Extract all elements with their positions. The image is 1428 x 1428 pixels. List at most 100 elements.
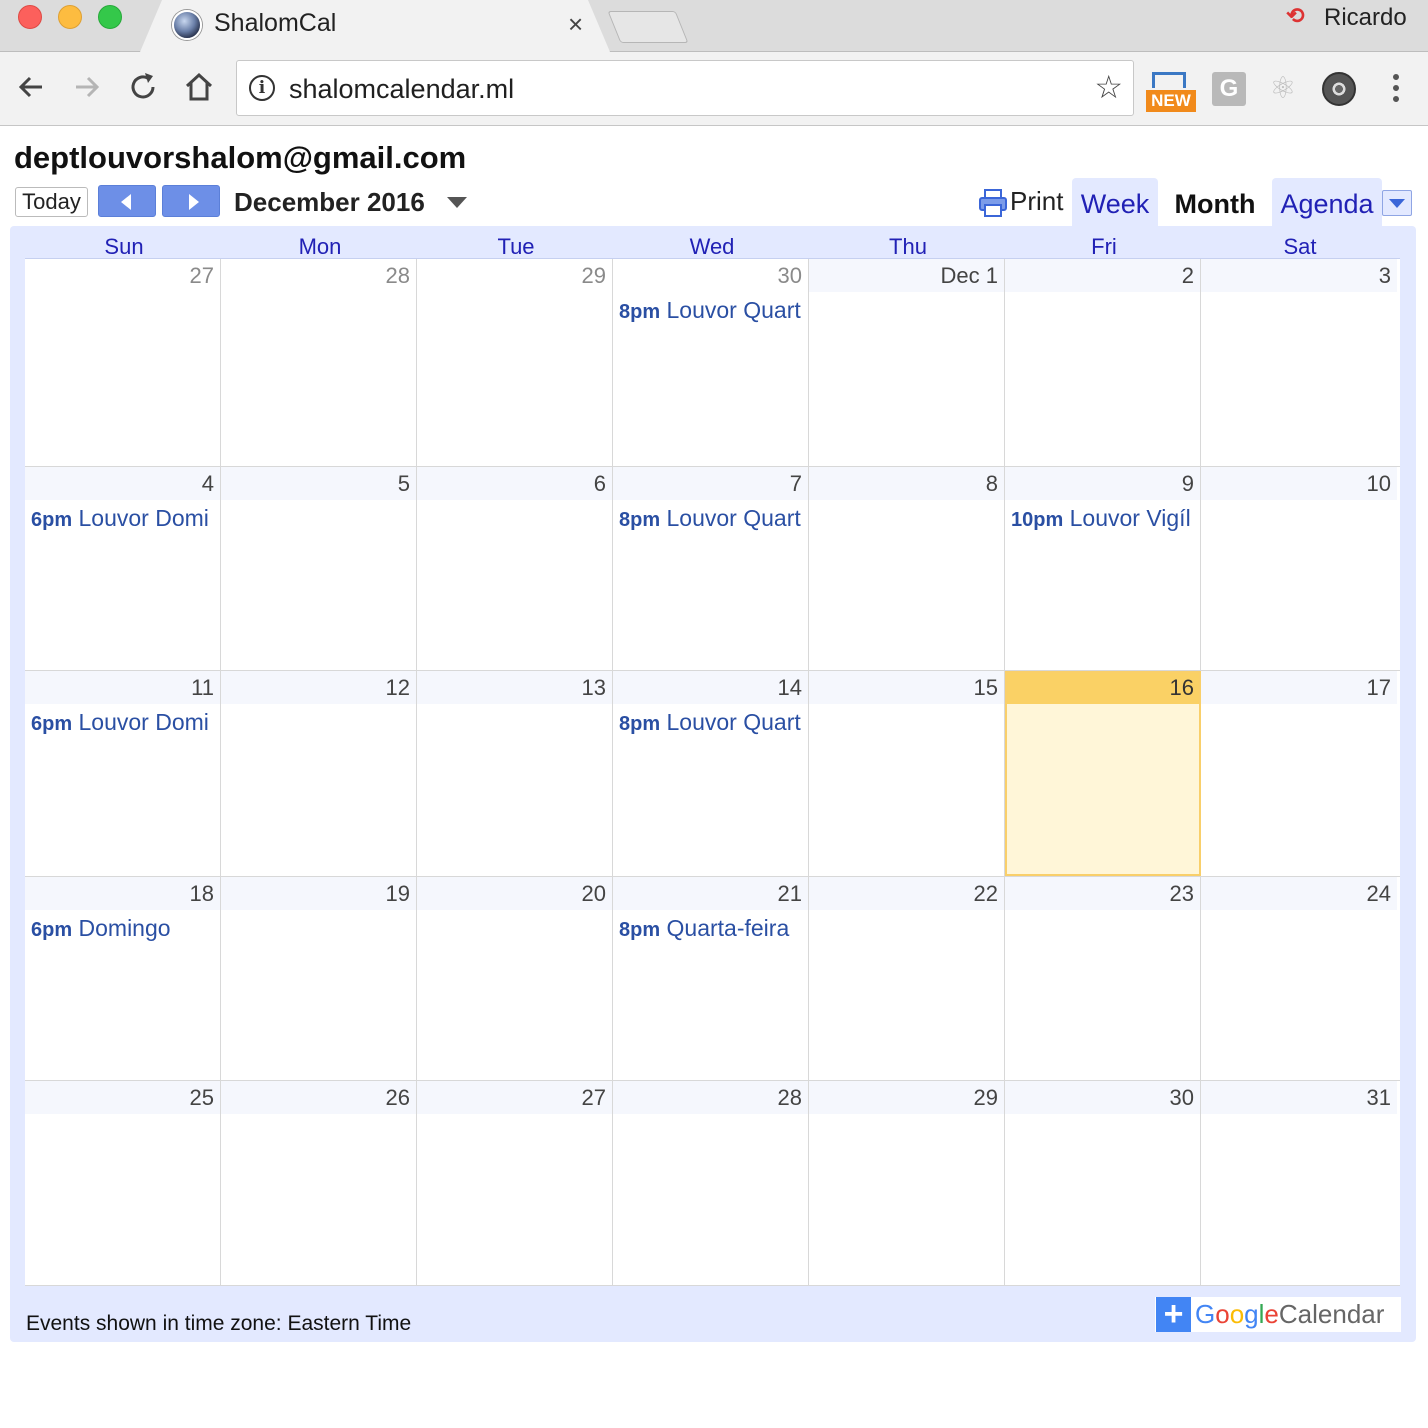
day-cell[interactable]: 9 10pm Louvor Vigíl <box>1005 467 1201 670</box>
day-cell[interactable]: Dec 1 <box>809 259 1005 466</box>
day-number[interactable]: 18 <box>25 877 220 910</box>
day-cell[interactable]: 15 <box>809 671 1005 876</box>
day-cell[interactable]: 27 <box>417 1081 613 1285</box>
tab-agenda[interactable]: Agenda <box>1272 178 1382 226</box>
print-link[interactable]: Print <box>1010 186 1063 217</box>
day-number[interactable]: 30 <box>1005 1081 1200 1114</box>
day-number[interactable]: Dec 1 <box>809 259 1004 292</box>
day-cell[interactable]: 27 <box>25 259 221 466</box>
calendar-event[interactable]: 8pm Louvor Quart <box>619 297 805 324</box>
day-cell[interactable]: 5 <box>221 467 417 670</box>
next-month-button[interactable] <box>162 185 220 217</box>
day-number[interactable]: 2 <box>1005 259 1200 292</box>
day-cell[interactable]: 6 <box>417 467 613 670</box>
day-number[interactable]: 14 <box>613 671 808 704</box>
day-cell[interactable]: 19 <box>221 877 417 1080</box>
day-number[interactable]: 9 <box>1005 467 1200 500</box>
day-number[interactable]: 16 <box>1005 671 1200 704</box>
day-cell[interactable]: 30 <box>1005 1081 1201 1285</box>
forward-arrow-icon[interactable] <box>70 70 104 104</box>
browser-tab[interactable] <box>140 0 610 52</box>
day-cell[interactable]: 23 <box>1005 877 1201 1080</box>
day-number[interactable]: 23 <box>1005 877 1200 910</box>
day-number[interactable]: 30 <box>613 259 808 292</box>
calendar-event[interactable]: 6pm Domingo <box>31 915 217 942</box>
day-cell[interactable]: 21 8pm Quarta-feira <box>613 877 809 1080</box>
day-cell[interactable]: 13 <box>417 671 613 876</box>
sync-error-icon[interactable]: ⟲ <box>1286 3 1304 29</box>
view-options-dropdown[interactable] <box>1382 190 1412 216</box>
day-number[interactable]: 21 <box>613 877 808 910</box>
minimize-window-button[interactable] <box>58 5 82 29</box>
day-number[interactable]: 10 <box>1201 467 1397 500</box>
day-number[interactable]: 31 <box>1201 1081 1397 1114</box>
day-cell[interactable]: 7 8pm Louvor Quart <box>613 467 809 670</box>
day-cell[interactable]: 24 <box>1201 877 1397 1080</box>
day-number[interactable]: 19 <box>221 877 416 910</box>
day-number[interactable]: 27 <box>417 1081 612 1114</box>
day-number[interactable]: 8 <box>809 467 1004 500</box>
day-number[interactable]: 29 <box>417 259 612 292</box>
browser-menu-icon[interactable] <box>1386 70 1406 110</box>
day-number[interactable]: 13 <box>417 671 612 704</box>
day-cell[interactable]: 4 6pm Louvor Domi <box>25 467 221 670</box>
day-number[interactable]: 24 <box>1201 877 1397 910</box>
day-number[interactable]: 4 <box>25 467 220 500</box>
day-cell[interactable]: 29 <box>809 1081 1005 1285</box>
printer-icon[interactable] <box>978 188 1008 218</box>
extension-atom-icon[interactable]: ⚛ <box>1266 72 1300 106</box>
day-cell[interactable]: 29 <box>417 259 613 466</box>
day-number[interactable]: 7 <box>613 467 808 500</box>
calendar-event[interactable]: 6pm Louvor Domi <box>31 505 217 532</box>
day-number[interactable]: 28 <box>221 259 416 292</box>
day-cell[interactable]: 22 <box>809 877 1005 1080</box>
calendar-event[interactable]: 10pm Louvor Vigíl <box>1011 505 1197 532</box>
tab-close-icon[interactable]: × <box>568 9 583 39</box>
day-number[interactable]: 3 <box>1201 259 1397 292</box>
add-to-google-calendar-icon[interactable]: + <box>1156 1297 1191 1332</box>
day-cell[interactable]: 25 <box>25 1081 221 1285</box>
reload-icon[interactable] <box>126 70 160 104</box>
day-cell[interactable]: 12 <box>221 671 417 876</box>
day-cell[interactable]: 18 6pm Domingo <box>25 877 221 1080</box>
day-cell[interactable]: 3 <box>1201 259 1397 466</box>
day-number[interactable]: 11 <box>25 671 220 704</box>
month-picker-dropdown-icon[interactable] <box>447 197 467 208</box>
day-cell[interactable]: 10 <box>1201 467 1397 670</box>
site-info-icon[interactable]: i <box>249 75 275 101</box>
tab-week[interactable]: Week <box>1072 178 1158 226</box>
google-calendar-badge[interactable]: + GoogleCalendar <box>1155 1297 1401 1332</box>
day-number[interactable]: 20 <box>417 877 612 910</box>
extension-new-icon[interactable]: NEW <box>1146 72 1196 112</box>
day-cell-today[interactable]: 16 <box>1005 671 1201 876</box>
day-number[interactable]: 6 <box>417 467 612 500</box>
day-number[interactable]: 5 <box>221 467 416 500</box>
extension-film-reel-icon[interactable] <box>1322 72 1356 106</box>
day-number[interactable]: 29 <box>809 1081 1004 1114</box>
close-window-button[interactable] <box>18 5 42 29</box>
day-cell[interactable]: 28 <box>221 259 417 466</box>
extension-g-icon[interactable]: G <box>1212 72 1246 106</box>
tab-month[interactable]: Month <box>1166 178 1264 226</box>
day-cell[interactable]: 26 <box>221 1081 417 1285</box>
new-tab-button[interactable] <box>607 11 689 43</box>
day-cell[interactable]: 14 8pm Louvor Quart <box>613 671 809 876</box>
day-cell[interactable]: 8 <box>809 467 1005 670</box>
day-number[interactable]: 15 <box>809 671 1004 704</box>
calendar-event[interactable]: 6pm Louvor Domi <box>31 709 217 736</box>
profile-name[interactable]: Ricardo <box>1324 4 1407 32</box>
address-bar[interactable]: i shalomcalendar.ml ☆ <box>236 60 1134 116</box>
day-cell[interactable]: 28 <box>613 1081 809 1285</box>
day-number[interactable]: 27 <box>25 259 220 292</box>
address-url[interactable]: shalomcalendar.ml <box>289 74 514 105</box>
day-cell[interactable]: 20 <box>417 877 613 1080</box>
previous-month-button[interactable] <box>98 185 156 217</box>
back-arrow-icon[interactable] <box>14 70 48 104</box>
day-number[interactable]: 25 <box>25 1081 220 1114</box>
day-cell[interactable]: 2 <box>1005 259 1201 466</box>
today-button[interactable]: Today <box>15 187 88 217</box>
home-icon[interactable] <box>182 70 216 104</box>
day-number[interactable]: 22 <box>809 877 1004 910</box>
day-cell[interactable]: 17 <box>1201 671 1397 876</box>
bookmark-star-icon[interactable]: ☆ <box>1094 69 1123 105</box>
